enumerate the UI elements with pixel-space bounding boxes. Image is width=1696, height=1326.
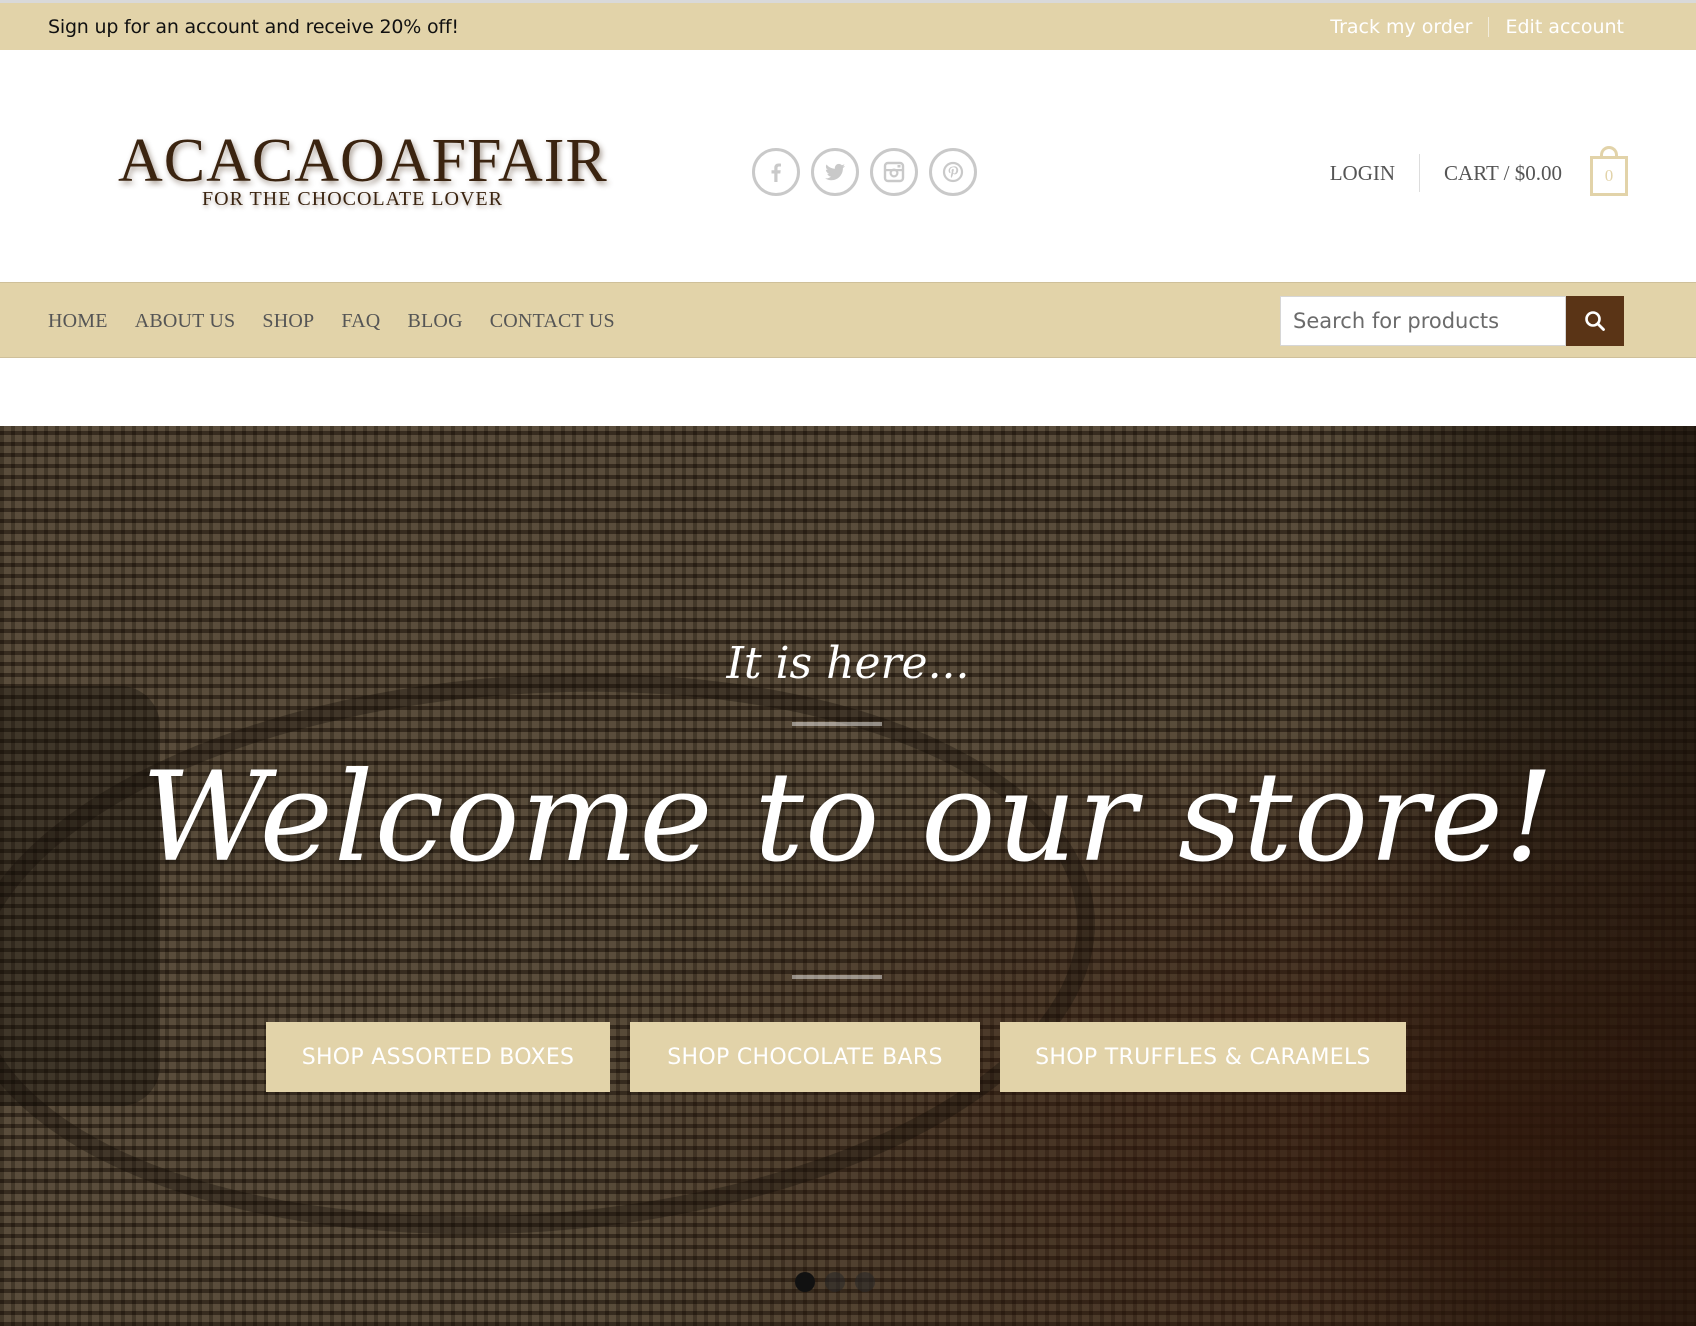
edit-account-link[interactable]: Edit account [1505, 16, 1624, 38]
slide-dot[interactable] [795, 1272, 815, 1292]
logo-wordmark: ACACAOAFFAIR [118, 127, 608, 195]
top-links: Track my order Edit account [1330, 16, 1624, 38]
facebook-icon[interactable] [752, 148, 800, 196]
divider [1419, 154, 1421, 192]
login-link[interactable]: LOGIN [1330, 161, 1395, 186]
hero-buttons: SHOP ASSORTED BOXES SHOP CHOCOLATE BARS … [266, 1022, 1406, 1092]
hero-slider: It is here... Welcome to our store! SHOP… [0, 426, 1696, 1326]
account-area: LOGIN CART / $0.00 0 [1330, 146, 1628, 196]
hero-subtitle: It is here... [726, 638, 970, 689]
cart-bag-icon[interactable]: 0 [1590, 146, 1628, 196]
site-header: ACACAOAFFAIR FOR THE CHOCOLATE LOVER LOG… [0, 50, 1696, 282]
hero-divider [792, 722, 882, 726]
cart-label: CART / [1444, 160, 1510, 185]
search-form [1280, 296, 1624, 346]
cart-total: $0.00 [1514, 160, 1562, 185]
divider [1488, 17, 1490, 37]
promo-text: Sign up for an account and receive 20% o… [48, 16, 459, 38]
site-logo[interactable]: ACACAOAFFAIR FOR THE CHOCOLATE LOVER [118, 126, 608, 236]
logo-tagline: FOR THE CHOCOLATE LOVER [202, 188, 503, 210]
nav-item-blog[interactable]: BLOG [407, 310, 462, 333]
instagram-icon[interactable] [870, 148, 918, 196]
pinterest-icon[interactable] [929, 148, 977, 196]
nav-item-about-us[interactable]: ABOUT US [135, 310, 236, 333]
hero-divider [792, 975, 882, 979]
track-order-link[interactable]: Track my order [1330, 16, 1472, 38]
nav-item-shop[interactable]: SHOP [262, 310, 314, 333]
shop-truffles-caramels-button[interactable]: SHOP TRUFFLES & CARAMELS [1000, 1022, 1406, 1092]
cart-link[interactable]: CART / $0.00 [1444, 161, 1562, 186]
cart-count: 0 [1604, 166, 1614, 185]
shop-chocolate-bars-button[interactable]: SHOP CHOCOLATE BARS [630, 1022, 980, 1092]
shop-assorted-boxes-button[interactable]: SHOP ASSORTED BOXES [266, 1022, 610, 1092]
top-bar: Sign up for an account and receive 20% o… [0, 0, 1696, 50]
nav-item-faq[interactable]: FAQ [341, 310, 380, 333]
search-icon [1585, 311, 1605, 331]
nav-item-home[interactable]: HOME [48, 310, 108, 333]
slide-dot[interactable] [855, 1272, 875, 1292]
nav-item-contact-us[interactable]: CONTACT US [490, 310, 615, 333]
slide-dot[interactable] [825, 1272, 845, 1292]
main-nav: HOME ABOUT US SHOP FAQ BLOG CONTACT US [0, 282, 1696, 358]
hero-title: Welcome to our store! [141, 746, 1555, 890]
twitter-icon[interactable] [811, 148, 859, 196]
search-button[interactable] [1566, 296, 1624, 346]
nav-menu: HOME ABOUT US SHOP FAQ BLOG CONTACT US [48, 310, 615, 333]
search-input[interactable] [1280, 296, 1566, 346]
slider-dots [795, 1272, 875, 1292]
social-links [752, 148, 977, 196]
